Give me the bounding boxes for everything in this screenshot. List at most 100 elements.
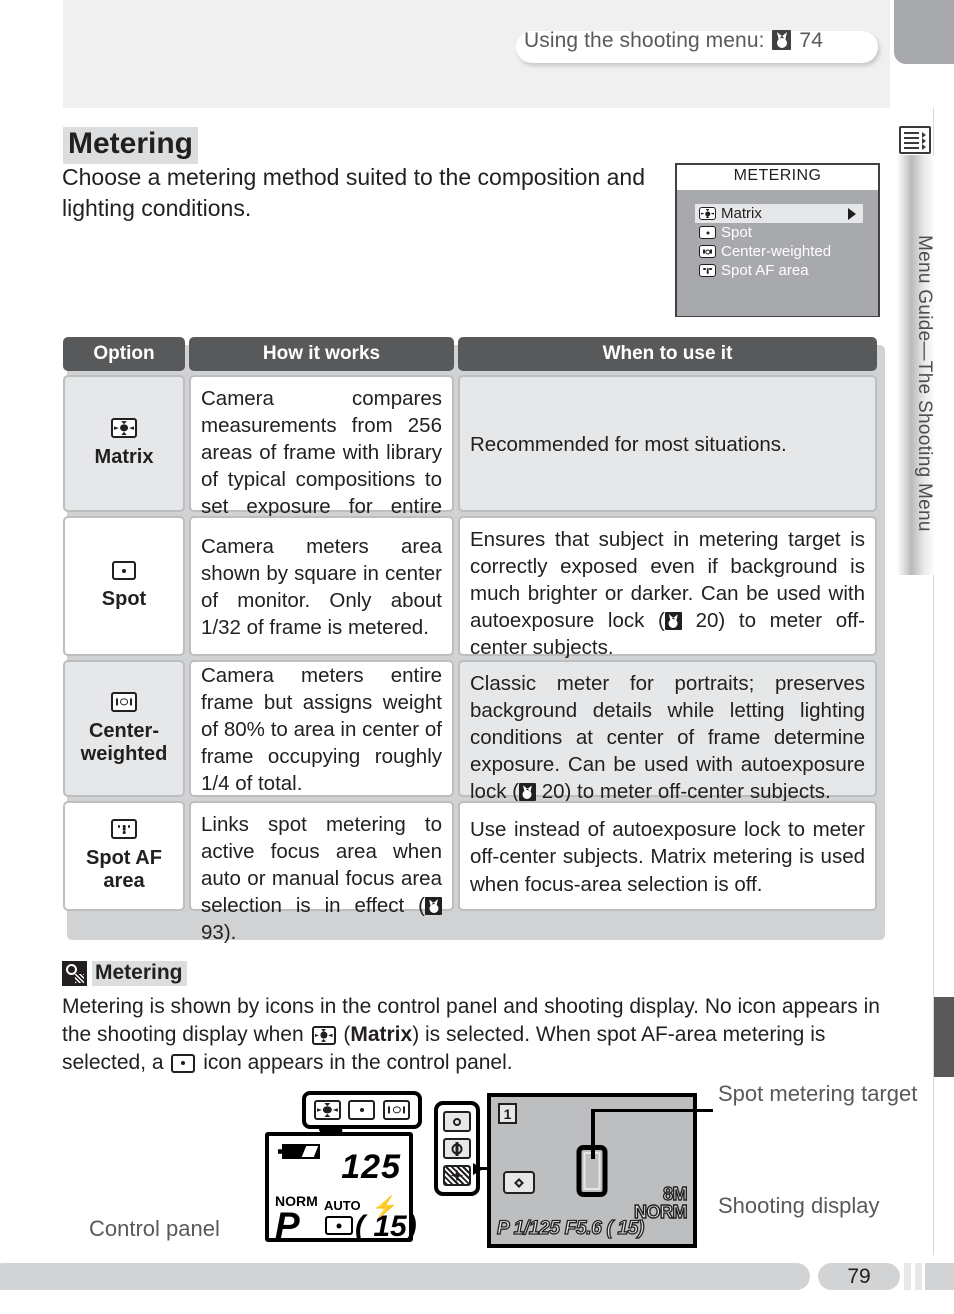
menu-item-center-weighted[interactable]: Center-weighted [695,242,863,261]
section-lead-text: Choose a metering method suited to the c… [62,164,646,221]
book-page-ref-icon [425,897,442,916]
af-center-icon [443,1111,471,1132]
spot-metering-icon [348,1100,376,1120]
matrix-metering-icon [111,418,137,439]
center-weighted-metering-icon [383,1100,411,1120]
row-option-matrix-label: Matrix [94,446,154,469]
column-header-option: Option [63,337,185,371]
book-page-ref-icon [772,30,792,50]
page-ref-20: 20 [541,780,565,804]
row-option-spot-af-area: Spot AF area [63,801,185,911]
row-when-spot-af-area-text: Use instead of autoexposure lock to mete… [470,818,865,896]
note-matrix-bold: Matrix [350,1022,413,1046]
page-number: 79 [818,1263,900,1290]
lcd-exposure-mode: P [275,1205,300,1246]
row-option-center-weighted-line2: weighted [80,742,168,765]
row-when-center-weighted-text: Classic meter for portraits; preserves b… [470,672,865,804]
row-how-spot: Camera meters area shown by square in ce… [189,516,454,656]
row-option-center-weighted: Center- weighted [63,660,185,797]
matrix-metering-icon [313,1100,341,1120]
matrix-metering-icon [699,207,716,220]
af-multi-icon [443,1165,471,1186]
row-how-center-weighted-text: Camera meters entire frame but assigns w… [201,663,442,796]
battery-full-icon [278,1144,320,1159]
metering-options-table: Option How it works When to use it Matri… [63,337,881,944]
spot-metering-icon [112,561,136,581]
row-option-spot: Spot [63,516,185,656]
note-text-part4: icon appears in the control panel. [197,1050,513,1074]
running-head: Using the shooting menu: 74 [524,29,823,53]
table-row: Center- weighted Camera meters entire fr… [63,660,881,803]
menu-item-matrix[interactable]: Matrix [695,204,863,223]
note-heading: Metering [62,961,187,986]
figures-area: 125 NORM AUTO ⚡ P ( 15) Control panel 1 … [0,1075,954,1255]
fraction-one-quarter: 1/4 [201,772,230,796]
menu-item-spot-af-area-label: Spot AF area [721,262,809,279]
shooting-display-quality: 8M NORM [633,1184,688,1221]
caption-spot-metering-target: Spot metering target [718,1081,918,1106]
row-option-spot-af-area-line1: Spot AF [86,847,162,870]
menu-screenshot-title: METERING [733,167,822,184]
menu-list-icon [899,126,931,154]
menu-item-center-weighted-label: Center-weighted [721,243,832,260]
af-target-icon [443,1138,471,1159]
fraction-one-thirtysecond: 1/32 [201,616,241,640]
note-title: Metering [92,961,187,986]
row-option-matrix: Matrix [63,375,185,512]
shooting-display-af-callout [434,1101,480,1196]
note-body: Metering is shown by icons in the contro… [62,993,892,1077]
chevron-right-icon [848,207,856,220]
row-when-matrix-text: Recommended for most situations. [470,432,787,456]
column-header-when-to-use-it: When to use it [458,337,877,371]
spot-metering-icon [325,1216,353,1235]
row-how-spot-af-area: Links spot metering to active focus area… [189,801,454,944]
side-edge-marker [934,997,954,1077]
footer-tick [904,1263,911,1290]
camera-menu-screenshot: METERING Matrix Spot Center-weighted Spo… [675,163,880,317]
side-chapter-tab-label: Menu Guide—The Shooting Menu [914,234,935,532]
row-how-spot-af-area-text: Links spot metering to active focus area… [201,813,442,945]
spot-metering-icon [171,1053,196,1073]
control-panel-metering-callout [302,1091,422,1129]
matrix-metering-icon [311,1025,336,1045]
row-option-spot-label: Spot [101,588,147,611]
row-when-spot-af-area: Use instead of autoexposure lock to mete… [458,801,877,911]
row-how-spot-text: Camera meters area shown by square in ce… [201,534,442,640]
table-row: Spot AF area Links spot metering to acti… [63,801,881,944]
menu-item-matrix-label: Matrix [721,205,762,222]
shooting-display-image-size: 8M [662,1184,688,1204]
row-option-center-weighted-line1: Center- [88,719,159,742]
spot-metering-icon [699,226,716,239]
menu-item-spot-label: Spot [721,224,752,241]
center-weighted-metering-icon [699,245,716,258]
spot-af-area-metering-icon [111,819,137,840]
shooting-display-badge: 1 [498,1103,517,1124]
menu-item-spot[interactable]: Spot [695,223,863,242]
page-title: Metering [63,127,199,164]
caption-shooting-display: Shooting display [718,1193,880,1218]
menu-screenshot-body: Matrix Spot Center-weighted Spot AF area [677,190,878,316]
book-page-ref-icon [664,612,682,631]
column-header-how-it-works: How it works [189,337,454,371]
row-when-spot: Ensures that subject in metering target … [458,516,877,659]
caption-control-panel: Control panel [89,1216,220,1241]
row-when-matrix: Recommended for most situations. [458,375,877,512]
corner-thumb-tab [894,0,954,64]
footer-tick [915,1263,922,1290]
lcd-shutter-speed: 125 [341,1148,401,1186]
menu-item-spot-af-area[interactable]: Spot AF area [695,261,863,280]
spot-af-area-indicator-icon [503,1171,535,1194]
menu-options-list: Matrix Spot Center-weighted Spot AF area [695,204,863,280]
running-head-label: Using the shooting menu: [524,29,765,52]
spot-target-leader-horizontal [591,1109,713,1112]
page-ref-93: 93 [201,921,224,945]
manual-page: Using the shooting menu: 74 Menu Guide—T… [0,0,954,1314]
table-row: Matrix Camera compares measurements from… [63,375,881,545]
row-how-center-weighted: Camera meters entire frame but assigns w… [189,660,454,797]
table-row: Spot Camera meters area shown by square … [63,516,881,659]
control-panel-lcd: 125 NORM AUTO ⚡ P ( 15) [265,1132,417,1246]
shooting-display-status-line: P 1/125 F5.6 ( 15) [496,1217,645,1239]
spot-target-leader-vertical [591,1109,595,1159]
center-weighted-metering-icon [111,691,137,712]
footer-bar [0,1263,810,1290]
